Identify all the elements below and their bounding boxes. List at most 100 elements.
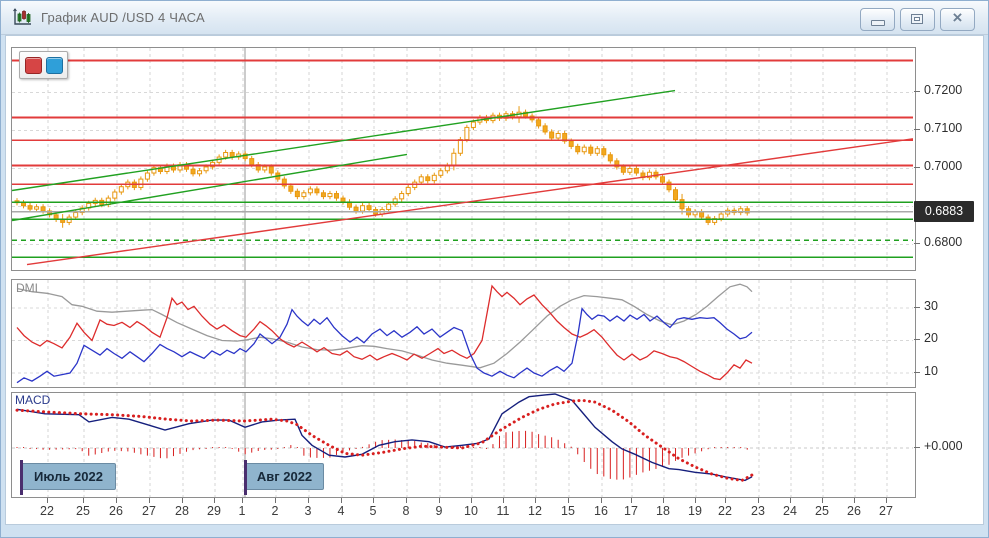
x-axis-tick — [214, 498, 215, 503]
candle — [471, 122, 475, 127]
x-axis-tick — [341, 498, 342, 503]
x-axis-label: 5 — [360, 504, 386, 518]
date-label-july: Июль 2022 — [21, 463, 116, 490]
red-marker-button[interactable] — [25, 57, 42, 74]
x-axis-label: 23 — [745, 504, 771, 518]
candle — [321, 193, 325, 197]
month-separator-july — [20, 460, 23, 495]
candle — [452, 153, 456, 165]
x-axis-label: 26 — [103, 504, 129, 518]
candle — [230, 153, 234, 158]
minimize-button[interactable] — [860, 8, 895, 31]
x-axis-label: 19 — [682, 504, 708, 518]
x-axis-label: 22 — [34, 504, 60, 518]
candle — [250, 159, 254, 165]
candle — [680, 200, 684, 209]
candle — [308, 189, 312, 193]
candle — [387, 204, 391, 209]
close-button[interactable] — [940, 8, 975, 31]
candle — [550, 132, 554, 138]
x-axis-label: 10 — [458, 504, 484, 518]
price-tick-label-tick — [914, 129, 920, 130]
candle — [406, 187, 410, 193]
candle — [621, 167, 625, 172]
candle — [263, 167, 267, 170]
candle — [35, 207, 39, 209]
chart-icon — [11, 8, 33, 28]
x-axis-tick — [601, 498, 602, 503]
candle — [74, 213, 78, 218]
restore-button[interactable] — [900, 8, 935, 31]
candle — [28, 206, 32, 209]
candle — [191, 169, 195, 174]
x-axis-tick — [116, 498, 117, 503]
x-axis-label: 25 — [809, 504, 835, 518]
candle — [269, 167, 273, 173]
price-panel[interactable] — [11, 47, 916, 271]
candle — [628, 168, 632, 172]
candle — [419, 177, 423, 182]
x-axis-tick — [47, 498, 48, 503]
candle — [608, 155, 612, 161]
x-axis-label: 1 — [229, 504, 255, 518]
candle — [569, 141, 573, 146]
candle — [465, 127, 469, 139]
titlebar[interactable]: График AUD /USD 4 ЧАСА — [1, 1, 988, 35]
price-tick-label: 0.7000 — [924, 159, 962, 175]
x-axis-tick — [790, 498, 791, 503]
candle — [145, 173, 149, 179]
candle — [634, 168, 638, 173]
price-tick-label: 0.7100 — [924, 121, 962, 137]
x-axis-label: 17 — [618, 504, 644, 518]
x-axis-label: 2 — [262, 504, 288, 518]
candle — [582, 147, 586, 152]
price-tick-label-tick — [914, 167, 920, 168]
x-axis-label: 27 — [136, 504, 162, 518]
candle — [400, 194, 404, 199]
blue-marker-button[interactable] — [46, 57, 63, 74]
x-axis-tick — [308, 498, 309, 503]
candle — [289, 186, 293, 191]
candle — [700, 212, 704, 217]
x-axis-label: 18 — [650, 504, 676, 518]
marker-toolbar — [19, 51, 68, 79]
x-axis-tick — [471, 498, 472, 503]
x-axis-tick — [758, 498, 759, 503]
x-axis-label: 28 — [169, 504, 195, 518]
macd-zero-label: +0.000 — [924, 439, 963, 455]
x-axis-tick — [275, 498, 276, 503]
candle — [674, 190, 678, 200]
candle — [458, 140, 462, 154]
dmi-series-di — [17, 309, 752, 383]
window-title: График AUD /USD 4 ЧАСА — [41, 10, 205, 25]
macd-signal-line — [17, 400, 752, 480]
macd-zero-label-tick — [914, 447, 920, 448]
x-axis-label: 25 — [70, 504, 96, 518]
x-axis-tick — [695, 498, 696, 503]
candle — [537, 120, 541, 126]
candle — [595, 149, 599, 154]
candle — [315, 189, 319, 193]
x-axis-tick — [631, 498, 632, 503]
candle — [426, 177, 430, 181]
macd-panel[interactable] — [11, 392, 916, 498]
dmi-panel[interactable] — [11, 279, 916, 388]
x-axis-label: 26 — [841, 504, 867, 518]
x-axis-tick — [83, 498, 84, 503]
candle — [119, 187, 123, 192]
candle — [41, 207, 45, 211]
x-axis-label: 15 — [555, 504, 581, 518]
trend-line — [12, 154, 407, 220]
x-axis-label: 9 — [426, 504, 452, 518]
candle — [667, 182, 671, 190]
candle — [328, 194, 332, 197]
x-axis-tick — [149, 498, 150, 503]
dmi-tick-label: 20 — [924, 331, 938, 347]
x-axis-tick — [663, 498, 664, 503]
candle — [198, 171, 202, 174]
x-axis-tick — [822, 498, 823, 503]
chart-window: График AUD /USD 4 ЧАСА DMI MACD Июль 202… — [0, 0, 989, 538]
close-icon — [941, 9, 974, 30]
candle — [139, 179, 143, 187]
x-axis-label: 8 — [393, 504, 419, 518]
